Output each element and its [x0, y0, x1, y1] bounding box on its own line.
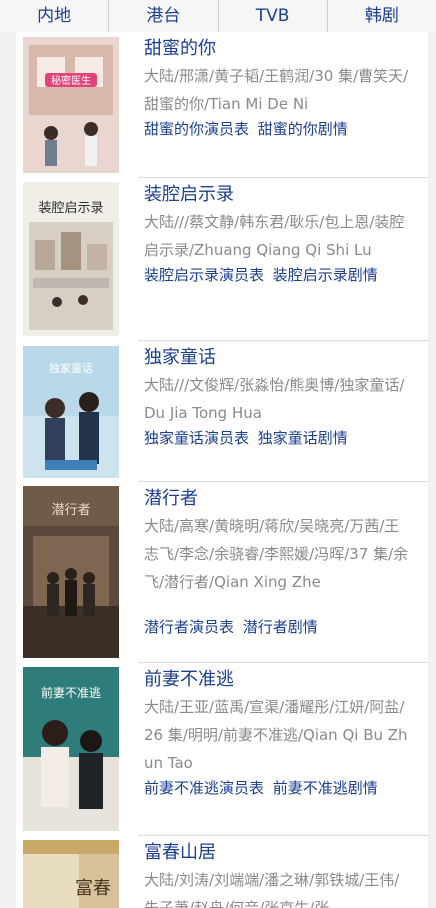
- drama-title[interactable]: 前妻不准逃: [144, 665, 234, 691]
- poster-image[interactable]: 装腔启示录: [23, 182, 119, 336]
- cast-link[interactable]: 装腔启示录演员表: [144, 266, 264, 284]
- drama-info: 大陆///文俊辉/张淼怡/熊奥博/独家童话/Du Jia Tong Hua: [144, 376, 405, 422]
- list-item: 秘密医生 甜蜜的你 大陆/邢潇/黄子韬/王鹤润/30 集/曹笑天/甜蜜的你/Ti…: [16, 32, 428, 177]
- cast-link[interactable]: 甜蜜的你演员表: [144, 120, 249, 138]
- drama-title[interactable]: 潜行者: [144, 484, 198, 510]
- plot-link[interactable]: 潜行者剧情: [243, 618, 318, 636]
- plot-link[interactable]: 装腔启示录剧情: [273, 266, 378, 284]
- poster-image[interactable]: 潜行者: [23, 486, 119, 658]
- drama-title[interactable]: 独家童话: [144, 343, 216, 369]
- drama-links: 前妻不准逃演员表 前妻不准逃剧情: [144, 777, 382, 798]
- list-item: 前妻不准逃 前妻不准逃 大陆/王亚/蓝禹/宣渠/潘耀彤/江妍/阿盐/26 集/明…: [16, 663, 428, 835]
- drama-title[interactable]: 富春山居: [144, 838, 216, 864]
- poster-title-text: 富春: [75, 878, 111, 899]
- tab-mainland[interactable]: 内地: [0, 0, 110, 32]
- plot-link[interactable]: 甜蜜的你剧情: [258, 120, 348, 138]
- poster-title-text: 潜行者: [51, 503, 90, 518]
- drama-info: 大陆/王亚/蓝禹/宣渠/潘耀彤/江妍/阿盐/26 集/明明/前妻不准逃/Qian…: [144, 698, 408, 772]
- drama-links: 甜蜜的你演员表 甜蜜的你剧情: [144, 118, 352, 139]
- drama-links: 潜行者演员表 潜行者剧情: [144, 616, 322, 637]
- list-item: 装腔启示录 装腔启示录 大陆///蔡文静/韩东君/耿乐/包上恩/装腔启示录/Zh…: [16, 178, 428, 340]
- poster-title-text: 秘密医生: [51, 74, 91, 87]
- tab-tvb[interactable]: TVB: [219, 0, 328, 32]
- poster-title-text: 独家童话: [49, 361, 93, 375]
- cast-link[interactable]: 独家童话演员表: [144, 429, 249, 447]
- plot-link[interactable]: 独家童话剧情: [258, 429, 348, 447]
- poster-title-text: 装腔启示录: [38, 201, 103, 216]
- drama-info: 大陆///蔡文静/韩东君/耿乐/包上恩/装腔启示录/Zhuang Qiang Q…: [144, 213, 405, 259]
- poster-title-text: 前妻不准逃: [41, 685, 101, 700]
- drama-links: 装腔启示录演员表 装腔启示录剧情: [144, 264, 382, 285]
- list-item: 独家童话 独家童话 大陆///文俊辉/张淼怡/熊奥博/独家童话/Du Jia T…: [16, 341, 428, 481]
- drama-info: 大陆/高寒/黄晓明/蒋欣/吴晓亮/万茜/王志飞/李念/余骁睿/李熙媛/冯晖/37…: [144, 517, 409, 591]
- plot-link[interactable]: 前妻不准逃剧情: [273, 779, 378, 797]
- drama-list: 秘密医生 甜蜜的你 大陆/邢潇/黄子韬/王鹤润/30 集/曹笑天/甜蜜的你/Ti…: [16, 32, 428, 908]
- drama-links: 独家童话演员表 独家童话剧情: [144, 427, 352, 448]
- poster-image[interactable]: 秘密医生: [23, 37, 119, 173]
- drama-title[interactable]: 甜蜜的你: [144, 34, 216, 60]
- cast-link[interactable]: 前妻不准逃演员表: [144, 779, 264, 797]
- tab-korean[interactable]: 韩剧: [328, 0, 436, 32]
- drama-info: 大陆/刘涛/刘端端/潘之琳/郭铁城/王伟/朱子萧/赵舟/何音/张京生/张: [144, 871, 400, 908]
- list-item: 富春 富春山居 大陆/刘涛/刘端端/潘之琳/郭铁城/王伟/朱子萧/赵舟/何音/张…: [16, 836, 428, 908]
- poster-image[interactable]: 前妻不准逃: [23, 667, 119, 831]
- cast-link[interactable]: 潜行者演员表: [144, 618, 234, 636]
- drama-info: 大陆/邢潇/黄子韬/王鹤润/30 集/曹笑天/甜蜜的你/Tian Mi De N…: [144, 67, 409, 113]
- poster-image[interactable]: 富春: [23, 840, 119, 908]
- tab-hk-tw[interactable]: 港台: [109, 0, 219, 32]
- poster-image[interactable]: 独家童话: [23, 346, 119, 478]
- drama-title[interactable]: 装腔启示录: [144, 180, 234, 206]
- list-item: 潜行者 潜行者 大陆/高寒/黄晓明/蒋欣/吴晓亮/万茜/王志飞/李念/余骁睿/李…: [16, 482, 428, 662]
- category-tabs: 内地 港台 TVB 韩剧: [0, 0, 436, 32]
